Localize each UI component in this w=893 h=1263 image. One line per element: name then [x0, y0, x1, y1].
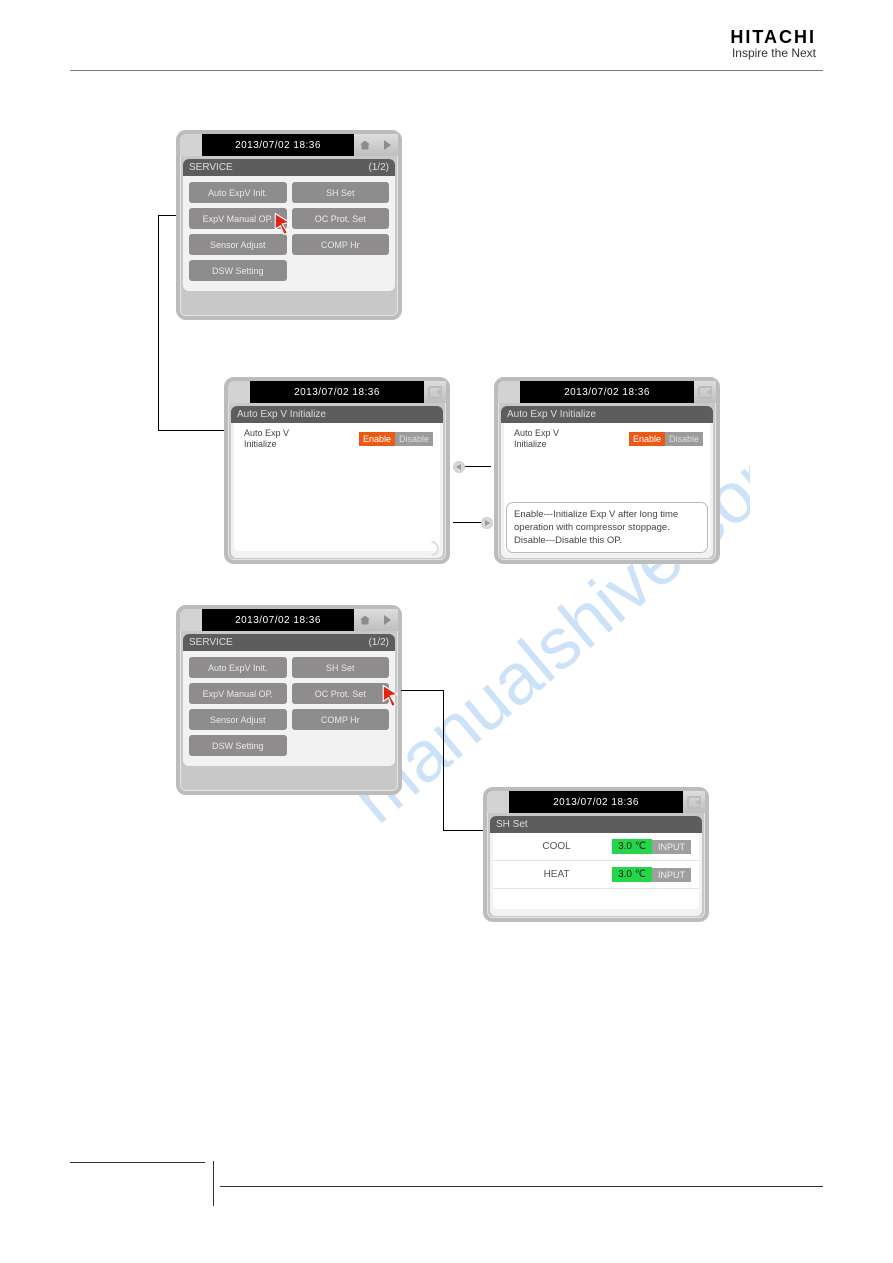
next-icon[interactable] — [376, 609, 398, 631]
btn-auto-expv-init[interactable]: Auto ExpV Init. — [189, 182, 287, 203]
titlebar-spacer — [180, 134, 202, 156]
service-button-grid: Auto ExpV Init. SH Set ExpV Manual OP. O… — [183, 176, 395, 287]
timestamp: 2013/07/02 18:36 — [509, 797, 683, 808]
service-panel: SERVICE (1/2) Auto ExpV Init. SH Set Exp… — [183, 159, 395, 291]
panel-header: SERVICE (1/2) — [183, 634, 395, 651]
toggle-disable[interactable]: Disable — [665, 432, 703, 446]
device-service-1: 2013/07/02 18:36 SERVICE (1/2) Auto ExpV… — [176, 130, 402, 320]
connector-line — [158, 430, 224, 431]
footer-rule-right — [220, 1186, 823, 1187]
expv-row: Auto Exp V Initialize Enable Disable — [234, 423, 440, 450]
connector-line — [158, 215, 159, 430]
sh-input-button[interactable]: INPUT — [652, 868, 691, 882]
enable-disable-toggle[interactable]: Enable Disable — [629, 432, 703, 446]
title-bar: 2013/07/02 18:36 — [180, 609, 398, 631]
timestamp: 2013/07/02 18:36 — [202, 140, 354, 151]
service-panel: SERVICE (1/2) Auto ExpV Init. SH Set Exp… — [183, 634, 395, 766]
btn-expv-manual-op[interactable]: ExpV Manual OP. — [189, 683, 287, 704]
back-icon[interactable] — [424, 381, 446, 403]
btn-comp-hr[interactable]: COMP Hr — [292, 709, 390, 730]
toggle-enable[interactable]: Enable — [359, 432, 395, 446]
btn-oc-prot-set[interactable]: OC Prot. Set — [292, 683, 390, 704]
arrow-node-right — [481, 517, 493, 529]
title-bar: 2013/07/02 18:36 — [180, 134, 398, 156]
service-button-grid: Auto ExpV Init. SH Set ExpV Manual OP. O… — [183, 651, 395, 762]
connector-line — [443, 830, 483, 831]
btn-sh-set[interactable]: SH Set — [292, 657, 390, 678]
page-indicator: (1/2) — [368, 637, 389, 648]
timestamp: 2013/07/02 18:36 — [250, 387, 424, 398]
timestamp: 2013/07/02 18:36 — [202, 615, 354, 626]
sh-value: 3.0 ℃ — [612, 839, 652, 854]
panel-title: Auto Exp V Initialize — [237, 409, 326, 420]
btn-sensor-adjust[interactable]: Sensor Adjust — [189, 709, 287, 730]
expv-row: Auto Exp V Initialize Enable Disable — [504, 423, 710, 450]
header-rule — [70, 70, 823, 71]
back-icon[interactable] — [694, 381, 716, 403]
btn-expv-manual-op[interactable]: ExpV Manual OP. — [189, 208, 287, 229]
btn-dsw-setting[interactable]: DSW Setting — [189, 735, 287, 756]
footer-rule-left — [70, 1162, 205, 1163]
sh-mode-label: HEAT — [501, 869, 612, 880]
footer-rule-vertical — [213, 1161, 214, 1206]
brand-tagline: Inspire the Next — [730, 46, 816, 60]
panel-header: SH Set — [490, 816, 702, 833]
btn-comp-hr[interactable]: COMP Hr — [292, 234, 390, 255]
back-icon[interactable] — [683, 791, 705, 813]
panel-body: COOL 3.0 ℃ INPUT HEAT 3.0 ℃ INPUT — [493, 833, 699, 909]
next-icon[interactable] — [376, 134, 398, 156]
panel-body: Auto Exp V Initialize Enable Disable — [234, 423, 440, 551]
toggle-disable[interactable]: Disable — [395, 432, 433, 446]
home-icon[interactable] — [354, 134, 376, 156]
btn-dsw-setting[interactable]: DSW Setting — [189, 260, 287, 281]
help-tooltip: Enable---Initialize Exp V after long tim… — [506, 502, 708, 553]
toggle-enable[interactable]: Enable — [629, 432, 665, 446]
connector-line — [401, 690, 443, 691]
title-bar: 2013/07/02 18:36 — [487, 791, 705, 813]
panel-title: SERVICE — [189, 162, 233, 173]
autoexpv-panel: Auto Exp V Initialize Auto Exp V Initial… — [231, 406, 443, 558]
sh-input-button[interactable]: INPUT — [652, 840, 691, 854]
title-bar: 2013/07/02 18:36 — [228, 381, 446, 403]
btn-oc-prot-set[interactable]: OC Prot. Set — [292, 208, 390, 229]
titlebar-spacer — [228, 381, 250, 403]
home-icon[interactable] — [354, 609, 376, 631]
panel-title: SERVICE — [189, 637, 233, 648]
enable-disable-toggle[interactable]: Enable Disable — [359, 432, 433, 446]
device-autoexpv-left: 2013/07/02 18:36 Auto Exp V Initialize A… — [224, 377, 450, 564]
autoexpv-panel: Auto Exp V Initialize Auto Exp V Initial… — [501, 406, 713, 558]
device-sh-set: 2013/07/02 18:36 SH Set COOL 3.0 ℃ INPUT… — [483, 787, 709, 922]
panel-title: Auto Exp V Initialize — [507, 409, 596, 420]
panel-title: SH Set — [496, 819, 528, 830]
panel-header: Auto Exp V Initialize — [501, 406, 713, 423]
sh-row-heat: HEAT 3.0 ℃ INPUT — [493, 861, 699, 889]
brand-block: HITACHI Inspire the Next — [730, 27, 816, 60]
title-bar: 2013/07/02 18:36 — [498, 381, 716, 403]
connector-line — [443, 690, 444, 830]
sh-value: 3.0 ℃ — [612, 867, 652, 882]
refresh-icon[interactable] — [421, 538, 442, 559]
btn-sh-set[interactable]: SH Set — [292, 182, 390, 203]
titlebar-spacer — [180, 609, 202, 631]
arrow-node-left — [453, 461, 465, 473]
expv-label: Auto Exp V Initialize — [244, 428, 289, 450]
panel-header: Auto Exp V Initialize — [231, 406, 443, 423]
sh-set-panel: SH Set COOL 3.0 ℃ INPUT HEAT 3.0 ℃ INPUT — [490, 816, 702, 916]
btn-sensor-adjust[interactable]: Sensor Adjust — [189, 234, 287, 255]
brand-logo: HITACHI — [730, 27, 816, 48]
panel-header: SERVICE (1/2) — [183, 159, 395, 176]
page-indicator: (1/2) — [368, 162, 389, 173]
titlebar-spacer — [498, 381, 520, 403]
connector-line — [158, 215, 176, 216]
device-service-2: 2013/07/02 18:36 SERVICE (1/2) Auto ExpV… — [176, 605, 402, 795]
sh-row-cool: COOL 3.0 ℃ INPUT — [493, 833, 699, 861]
titlebar-spacer — [487, 791, 509, 813]
expv-label: Auto Exp V Initialize — [514, 428, 559, 450]
timestamp: 2013/07/02 18:36 — [520, 387, 694, 398]
btn-auto-expv-init[interactable]: Auto ExpV Init. — [189, 657, 287, 678]
sh-mode-label: COOL — [501, 841, 612, 852]
device-autoexpv-right: 2013/07/02 18:36 Auto Exp V Initialize A… — [494, 377, 720, 564]
